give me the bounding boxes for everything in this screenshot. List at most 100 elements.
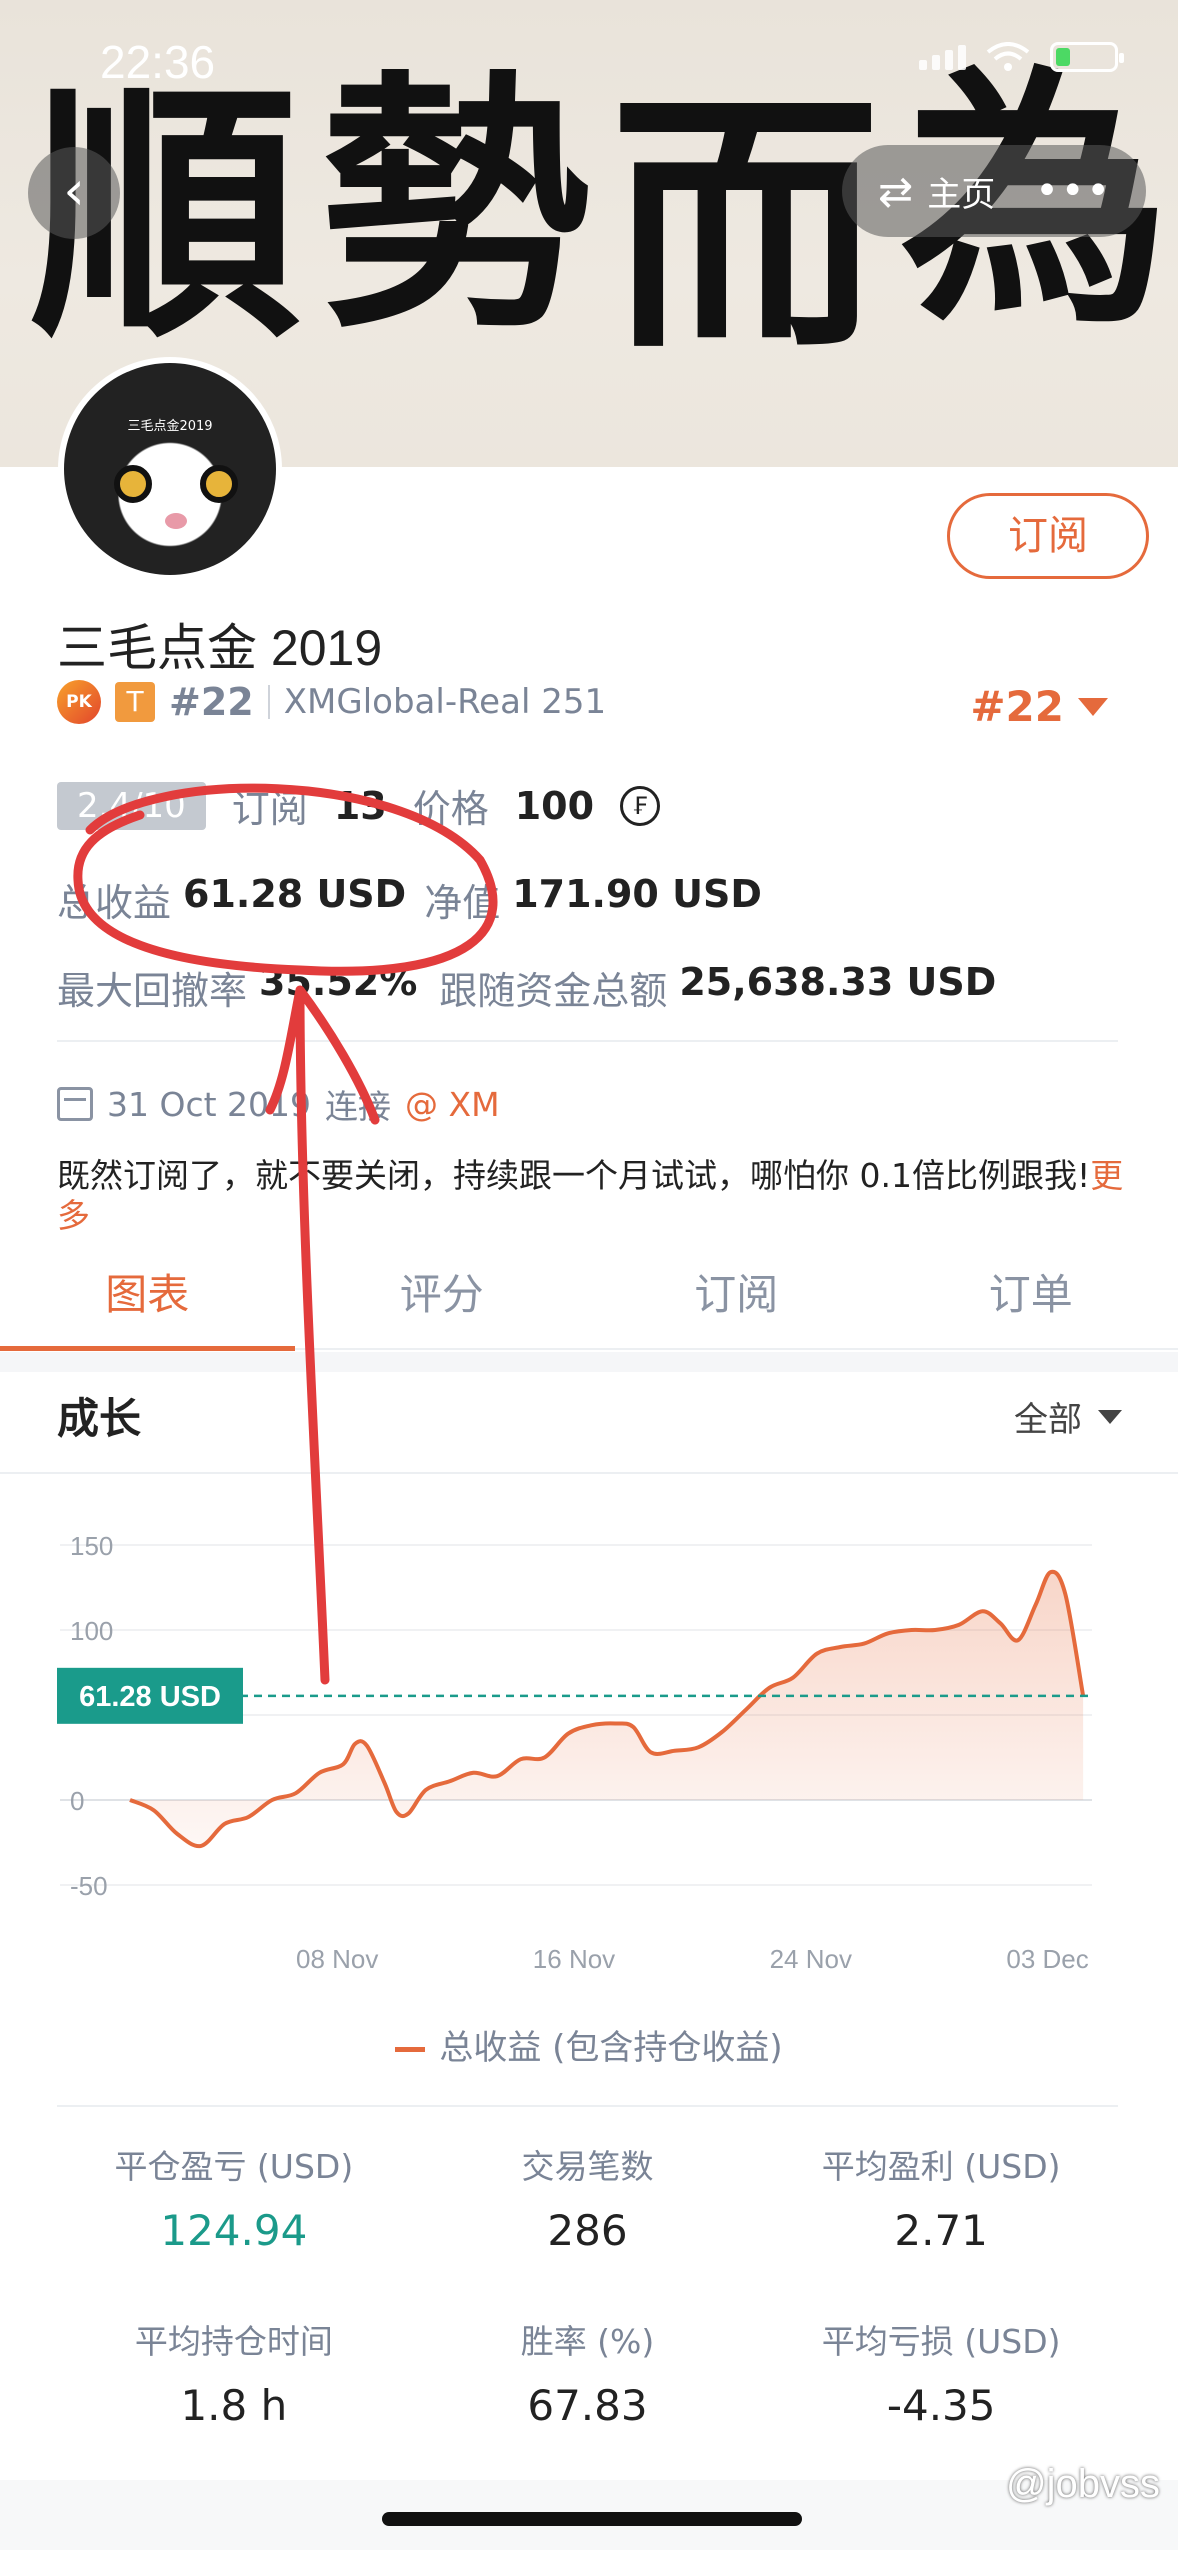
stat-value: 2.71 — [894, 2206, 988, 2255]
y-tick-label: 100 — [70, 1616, 113, 1646]
subscribe-count-value: 13 — [333, 783, 387, 828]
total-profit-value: 61.28 USD — [183, 872, 407, 916]
growth-title: 成长 — [57, 1394, 142, 1443]
stat-value: 124.94 — [160, 2206, 308, 2255]
home-label[interactable]: 主页 — [927, 167, 995, 216]
legend-label: 总收益 (包含持仓收益) — [439, 2028, 783, 2068]
home-indicator[interactable] — [382, 2512, 802, 2526]
description-text: 既然订阅了，就不要关闭，持续跟一个月试试，哪怕你 0.1倍比例跟我! — [57, 1156, 1091, 1195]
stat-label: 平均亏损 (USD) — [821, 2322, 1061, 2361]
cat-eye-right — [200, 465, 238, 503]
triangle-down-icon — [1098, 1409, 1122, 1424]
battery-icon — [1050, 42, 1124, 72]
stat-value: -4.35 — [886, 2381, 996, 2430]
subscribe-button[interactable]: 订阅 — [947, 493, 1149, 579]
badge-row: PK T #22 XMGlobal-Real 251 — [57, 680, 606, 724]
stat-label: 平仓盈亏 (USD) — [114, 2147, 354, 2186]
account-label: XMGlobal-Real 251 — [283, 682, 607, 722]
legend-swatch — [395, 2047, 426, 2052]
price-value: 100 — [514, 783, 595, 828]
net-label: 净值 — [424, 881, 501, 925]
divider — [57, 1040, 1118, 1042]
divider — [0, 1472, 1178, 1474]
total-profit-label: 总收益 — [57, 881, 172, 925]
home-pill[interactable]: ⇄ 主页 ••• — [842, 145, 1146, 237]
tab-bar: 图表 评分 订阅 订单 — [0, 1255, 1178, 1351]
x-tick-label: 08 Nov — [296, 1944, 378, 1974]
signal-icon — [919, 44, 966, 70]
stat-label: 平均盈利 (USD) — [821, 2147, 1061, 2186]
pk-badge-icon: PK — [57, 680, 101, 724]
more-icon[interactable]: ••• — [1035, 168, 1112, 214]
price-label: 价格 — [412, 787, 489, 831]
profit-row: 总收益 61.28 USD 净值 171.90 USD — [57, 872, 762, 927]
description: 既然订阅了，就不要关闭，持续跟一个月试试，哪怕你 0.1倍比例跟我!更多 — [57, 1156, 1127, 1236]
stat-label: 平均持仓时间 — [134, 2322, 333, 2361]
growth-chart[interactable]: 150 100 0 -50 08 Nov 16 Nov 24 Nov 03 Dec 61.28 … — [0, 1495, 1178, 1975]
tab-subscription[interactable]: 订阅 — [589, 1255, 884, 1348]
t-badge: T — [115, 682, 155, 722]
calligraphy-char-3: 而 — [610, 66, 880, 384]
cat-eye-left — [114, 465, 152, 503]
calendar-icon — [57, 1087, 93, 1121]
start-date: 31 Oct 2019 — [107, 1084, 312, 1124]
drawdown-row: 最大回撤率 35.52% 跟随资金总额 25,638.33 USD — [57, 960, 996, 1015]
broker-link[interactable]: @ XM — [405, 1085, 500, 1124]
stat-win-rate: 胜率 (%) 67.83 — [411, 2315, 765, 2430]
x-tick-label: 16 Nov — [533, 1944, 615, 1974]
divider — [57, 2105, 1118, 2107]
avatar-caption: 三毛点金2019 — [127, 419, 213, 434]
tab-rating[interactable]: 评分 — [295, 1255, 590, 1348]
section-gap — [0, 1352, 1178, 1372]
drawdown-value: 35.52% — [259, 960, 418, 1004]
y-tick-label: 150 — [70, 1531, 113, 1561]
rank-label: #22 — [169, 680, 254, 724]
meta-row: 31 Oct 2019 连接 @ XM — [57, 1080, 500, 1128]
stat-avg-hold: 平均持仓时间 1.8 h — [57, 2315, 411, 2430]
tab-orders[interactable]: 订单 — [884, 1255, 1178, 1348]
stat-avg-loss: 平均亏损 (USD) -4.35 — [764, 2315, 1118, 2430]
triangle-down-icon — [1078, 697, 1108, 716]
cat-nose — [165, 513, 187, 529]
coin-icon: ₣ — [620, 785, 661, 826]
stat-label: 胜率 (%) — [520, 2322, 655, 2361]
status-time: 22:36 — [100, 36, 216, 88]
rank-dropdown[interactable]: #22 — [970, 682, 1108, 731]
stat-value: 286 — [547, 2206, 628, 2255]
divider — [267, 685, 270, 719]
stat-avg-profit: 平均盈利 (USD) 2.71 — [764, 2140, 1118, 2255]
tab-chart[interactable]: 图表 — [0, 1255, 295, 1351]
x-tick-label: 24 Nov — [770, 1944, 852, 1974]
stat-trades: 交易笔数 286 — [411, 2140, 765, 2255]
wifi-icon — [986, 42, 1030, 71]
stat-value: 1.8 h — [180, 2381, 288, 2430]
stats-grid: 平仓盈亏 (USD) 124.94 交易笔数 286 平均盈利 (USD) 2.… — [57, 2140, 1118, 2430]
growth-filter-dropdown[interactable]: 全部 — [1014, 1392, 1122, 1441]
series-area — [130, 1571, 1084, 1847]
profile-name: 三毛点金 2019 — [57, 620, 383, 676]
current-value-label: 61.28 USD — [79, 1681, 221, 1713]
chart-legend: 总收益 (包含持仓收益) — [0, 2020, 1178, 2069]
x-tick-label: 03 Dec — [1006, 1944, 1088, 1974]
growth-filter-label: 全部 — [1014, 1400, 1082, 1440]
score-row: 2.4/10 订阅 13 价格 100 ₣ — [57, 778, 661, 833]
follow-label: 跟随资金总额 — [439, 969, 668, 1013]
back-button[interactable]: ‹ — [28, 147, 120, 239]
rank-right-label: #22 — [970, 682, 1064, 731]
stat-value: 67.83 — [527, 2381, 648, 2430]
drawdown-label: 最大回撤率 — [57, 969, 248, 1013]
avatar[interactable]: 三毛点金2019 — [58, 357, 282, 581]
calligraphy-char-2: 勢 — [320, 46, 590, 364]
subscribe-count-label: 订阅 — [231, 787, 308, 831]
follow-value: 25,638.33 USD — [679, 960, 997, 1004]
swap-icon: ⇄ — [878, 166, 914, 216]
watermark: @jobvss — [1006, 2462, 1160, 2506]
stat-label: 交易笔数 — [521, 2147, 654, 2186]
y-tick-label: -50 — [70, 1871, 108, 1901]
stat-closed-pl: 平仓盈亏 (USD) 124.94 — [57, 2140, 411, 2255]
connect-label: 连接 — [325, 1087, 392, 1126]
y-tick-label: 0 — [70, 1786, 84, 1816]
score-pill: 2.4/10 — [57, 781, 206, 830]
net-value: 171.90 USD — [512, 872, 762, 916]
status-icons — [919, 42, 1124, 72]
